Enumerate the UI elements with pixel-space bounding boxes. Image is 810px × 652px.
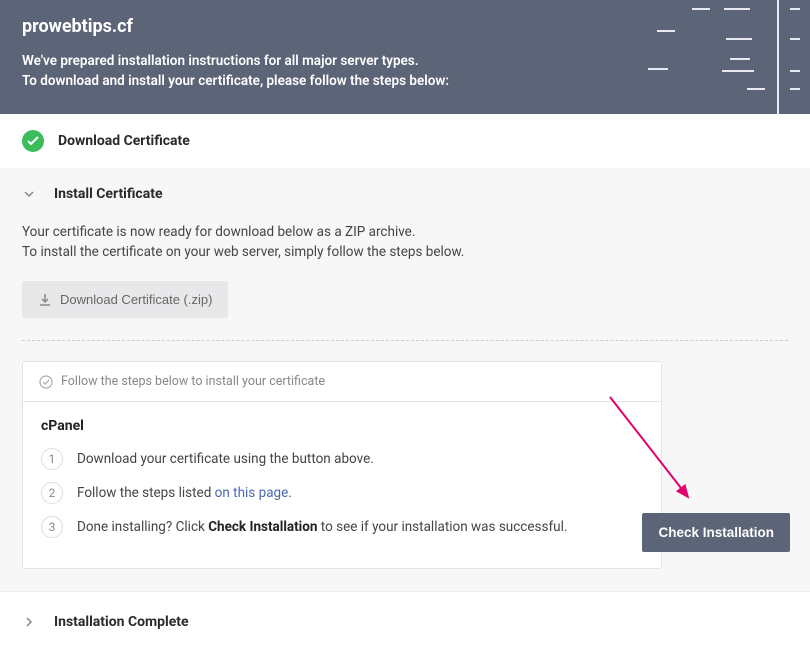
step-number: 3 (41, 516, 63, 538)
check-circle-icon (39, 375, 53, 389)
steps-card-header: Follow the steps below to install your c… (23, 362, 661, 402)
steps-title: cPanel (41, 418, 643, 434)
step-3: 3 Done installing? Click Check Installat… (41, 516, 643, 538)
step-1: 1 Download your certificate using the bu… (41, 448, 643, 470)
install-section-title: Install Certificate (54, 186, 163, 202)
checkmark-complete-icon (22, 130, 44, 152)
install-description: Your certificate is now ready for downlo… (22, 222, 788, 264)
page-header: prowebtips.cf We've prepared installatio… (0, 0, 810, 114)
step-number: 1 (41, 448, 63, 470)
divider (22, 340, 788, 341)
this-page-link[interactable]: on this page (215, 485, 289, 501)
header-desc-1: We've prepared installation instructions… (22, 51, 788, 71)
check-installation-button[interactable]: Check Installation (642, 513, 790, 552)
download-certificate-section[interactable]: Download Certificate (0, 114, 810, 168)
download-certificate-zip-button[interactable]: Download Certificate (.zip) (22, 281, 228, 318)
download-section-title: Download Certificate (58, 133, 190, 149)
header-domain: prowebtips.cf (22, 16, 788, 37)
download-icon (38, 293, 52, 307)
chevron-right-icon (22, 615, 36, 629)
header-desc-2: To download and install your certificate… (22, 71, 788, 91)
step-2: 2 Follow the steps listed on this page. (41, 482, 643, 504)
installation-complete-section[interactable]: Installation Complete (0, 591, 810, 652)
chevron-down-icon (22, 187, 36, 201)
step-number: 2 (41, 482, 63, 504)
steps-card: Follow the steps below to install your c… (22, 361, 662, 569)
complete-section-title: Installation Complete (54, 614, 189, 630)
install-section-header[interactable]: Install Certificate (22, 182, 788, 214)
